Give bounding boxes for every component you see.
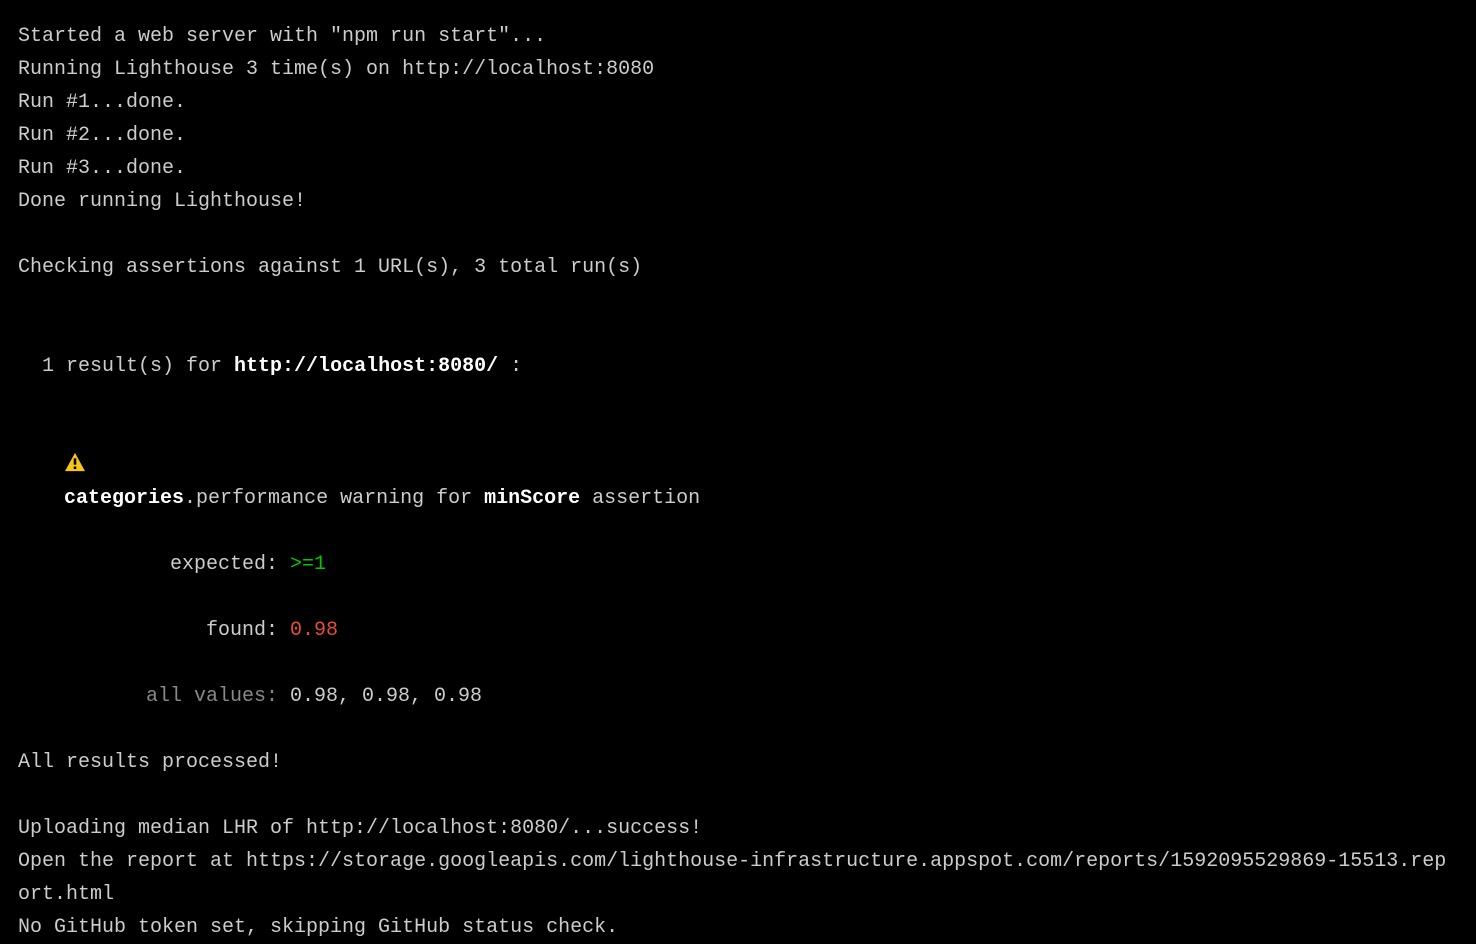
expected-label: expected: <box>128 548 278 581</box>
blank-line <box>18 713 1458 746</box>
found-label: found: <box>128 614 278 647</box>
expected-value: >=1 <box>278 553 326 576</box>
warning-icon <box>64 449 86 482</box>
all-values-label: all values: <box>128 680 278 713</box>
assertion-minscore: minScore <box>484 487 580 510</box>
log-line-results-header: 1 result(s) for http://localhost:8080/ : <box>18 317 1458 383</box>
log-line-started: Started a web server with "npm run start… <box>18 20 1458 53</box>
log-line-run3: Run #3...done. <box>18 152 1458 185</box>
assertion-line: categories.performance warning for minSc… <box>18 416 1458 515</box>
log-line-all-processed: All results processed! <box>18 746 1458 779</box>
results-suffix: : <box>498 355 522 378</box>
log-line-checking: Checking assertions against 1 URL(s), 3 … <box>18 251 1458 284</box>
log-line-running: Running Lighthouse 3 time(s) on http://l… <box>18 53 1458 86</box>
assertion-found: found: 0.98 <box>18 581 1458 647</box>
blank-line <box>18 284 1458 317</box>
assertion-expected: expected: >=1 <box>18 515 1458 581</box>
log-line-run1: Run #1...done. <box>18 86 1458 119</box>
assertion-all-values: all values: 0.98, 0.98, 0.98 <box>18 647 1458 713</box>
assertion-suffix: assertion <box>580 487 700 510</box>
assertion-category: categories <box>64 487 184 510</box>
results-url: http://localhost:8080/ <box>234 355 498 378</box>
log-line-run2: Run #2...done. <box>18 119 1458 152</box>
log-line-no-github: No GitHub token set, skipping GitHub sta… <box>18 911 1458 944</box>
log-line-done-running: Done running Lighthouse! <box>18 185 1458 218</box>
all-values-value: 0.98, 0.98, 0.98 <box>278 685 482 708</box>
assertion-middle: .performance warning for <box>184 487 484 510</box>
blank-line <box>18 383 1458 416</box>
blank-line <box>18 218 1458 251</box>
found-value: 0.98 <box>278 619 338 642</box>
log-line-open-report: Open the report at https://storage.googl… <box>18 845 1458 911</box>
results-prefix: 1 result(s) for <box>42 355 234 378</box>
log-line-uploading: Uploading median LHR of http://localhost… <box>18 812 1458 845</box>
